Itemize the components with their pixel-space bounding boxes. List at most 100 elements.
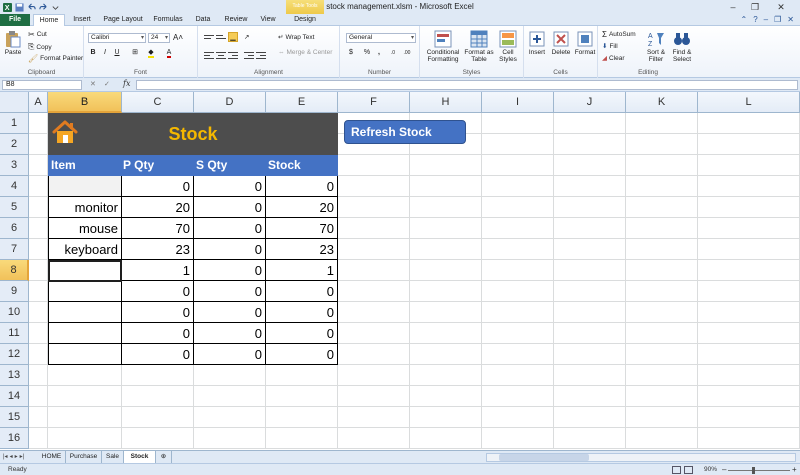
cut-button[interactable]: ✂ Cut bbox=[28, 30, 47, 39]
tab-design[interactable]: Design bbox=[286, 14, 324, 26]
zoom-in-icon[interactable]: + bbox=[792, 465, 797, 474]
normal-view-icon[interactable] bbox=[672, 466, 681, 474]
format-as-table-button[interactable]: Format as Table bbox=[464, 30, 494, 63]
row-header-4[interactable]: 4 bbox=[0, 176, 29, 197]
row-header-2[interactable]: 2 bbox=[0, 134, 29, 155]
cell-styles-button[interactable]: Cell Styles bbox=[496, 30, 520, 63]
table-cell-s-qty[interactable]: 0 bbox=[194, 218, 266, 239]
autosum-button[interactable]: Σ AutoSum bbox=[602, 30, 636, 39]
copy-button[interactable]: ⎘ Copy bbox=[28, 42, 52, 52]
table-cell-s-qty[interactable]: 0 bbox=[194, 197, 266, 218]
table-cell-s-qty[interactable]: 0 bbox=[194, 281, 266, 302]
sheet-tab-stock[interactable]: Stock bbox=[124, 451, 156, 463]
table-cell-s-qty[interactable]: 0 bbox=[194, 176, 266, 197]
conditional-formatting-button[interactable]: Conditional Formatting bbox=[424, 30, 462, 63]
column-header-f[interactable]: F bbox=[338, 92, 410, 113]
formula-input[interactable] bbox=[136, 80, 798, 90]
zoom-level[interactable]: 90% bbox=[704, 466, 717, 473]
table-cell-stock[interactable]: 1 bbox=[266, 260, 338, 281]
table-cell-item[interactable]: monitor bbox=[48, 197, 122, 218]
worksheet-grid[interactable]: ABCDEFHIJKL 1 2 3 4 5 6 7 8 9 10 11 12 13 14 15 16 Stoc… bbox=[0, 92, 800, 450]
align-center-icon[interactable] bbox=[216, 50, 226, 59]
table-cell-item[interactable]: keyboard bbox=[48, 239, 122, 260]
table-cell-stock[interactable]: 0 bbox=[266, 302, 338, 323]
help-icon[interactable]: ? bbox=[753, 15, 757, 24]
format-painter-button[interactable]: 🖌 Format Painter bbox=[28, 54, 83, 63]
table-cell-s-qty[interactable]: 0 bbox=[194, 302, 266, 323]
table-cell-p-qty[interactable]: 70 bbox=[122, 218, 194, 239]
select-all-corner[interactable] bbox=[0, 92, 29, 113]
table-cell-item[interactable]: mouse bbox=[48, 218, 122, 239]
table-cell-p-qty[interactable]: 0 bbox=[122, 344, 194, 365]
sort-filter-button[interactable]: AZ Sort & Filter bbox=[644, 30, 668, 63]
table-cell-s-qty[interactable]: 0 bbox=[194, 323, 266, 344]
column-header-l[interactable]: L bbox=[698, 92, 800, 113]
fill-color-button[interactable]: ◆ bbox=[146, 48, 156, 58]
font-name-select[interactable]: Calibri bbox=[88, 33, 146, 43]
table-cell-p-qty[interactable]: 0 bbox=[122, 176, 194, 197]
row-header-12[interactable]: 12 bbox=[0, 344, 29, 365]
refresh-stock-button[interactable]: Refresh Stock bbox=[344, 120, 466, 144]
decrease-decimal-button[interactable]: .00 bbox=[402, 48, 412, 58]
orientation-button[interactable]: ↗ bbox=[244, 33, 249, 41]
merge-center-button[interactable]: ⇔ Merge & Center bbox=[278, 49, 332, 56]
table-cell-item[interactable] bbox=[48, 323, 122, 344]
zoom-slider-thumb[interactable] bbox=[752, 467, 755, 474]
table-cell-item[interactable] bbox=[48, 344, 122, 365]
table-cell-s-qty[interactable]: 0 bbox=[194, 239, 266, 260]
sheet-tab-home[interactable]: HOME bbox=[38, 451, 66, 463]
row-header-9[interactable]: 9 bbox=[0, 281, 29, 302]
prev-sheet-icon[interactable]: ◂ bbox=[10, 452, 13, 462]
row-header-10[interactable]: 10 bbox=[0, 302, 29, 323]
table-cell-stock[interactable]: 0 bbox=[266, 344, 338, 365]
column-header-e[interactable]: E bbox=[266, 92, 338, 113]
increase-decimal-button[interactable]: .0 bbox=[388, 48, 398, 58]
row-header-13[interactable]: 13 bbox=[0, 365, 29, 386]
row-header-7[interactable]: 7 bbox=[0, 239, 29, 260]
horizontal-scrollbar[interactable] bbox=[486, 453, 796, 462]
row-header-14[interactable]: 14 bbox=[0, 386, 29, 407]
borders-button[interactable]: ⊞ bbox=[130, 48, 140, 58]
table-cell-p-qty[interactable]: 0 bbox=[122, 281, 194, 302]
table-cell-p-qty[interactable]: 23 bbox=[122, 239, 194, 260]
fill-button[interactable]: ⬇ Fill bbox=[602, 42, 618, 51]
row-header-1[interactable]: 1 bbox=[0, 113, 29, 134]
last-sheet-icon[interactable]: ▸| bbox=[20, 452, 25, 462]
bold-button[interactable]: B bbox=[88, 48, 98, 58]
sheet-tab-sale[interactable]: Sale bbox=[102, 451, 124, 463]
table-cell-item[interactable] bbox=[48, 302, 122, 323]
table-cell-p-qty[interactable]: 0 bbox=[122, 302, 194, 323]
workbook-restore-icon[interactable]: ❐ bbox=[774, 15, 781, 24]
table-cell-p-qty[interactable]: 20 bbox=[122, 197, 194, 218]
page-layout-view-icon[interactable] bbox=[684, 466, 693, 474]
table-cell-stock[interactable]: 70 bbox=[266, 218, 338, 239]
horizontal-scroll-thumb[interactable] bbox=[499, 454, 589, 461]
column-header-j[interactable]: J bbox=[554, 92, 626, 113]
name-box[interactable]: B8 bbox=[2, 80, 82, 90]
close-button[interactable]: ✕ bbox=[766, 1, 796, 13]
next-sheet-icon[interactable]: ▸ bbox=[15, 452, 18, 462]
italic-button[interactable]: I bbox=[100, 48, 110, 58]
number-format-select[interactable]: General bbox=[346, 33, 416, 43]
currency-button[interactable]: $ bbox=[346, 48, 356, 58]
column-header-a[interactable]: A bbox=[29, 92, 48, 113]
increase-indent-icon[interactable] bbox=[256, 50, 266, 59]
tab-insert[interactable]: Insert bbox=[68, 14, 96, 26]
insert-function-button[interactable]: fx bbox=[123, 79, 130, 88]
minimize-button[interactable]: – bbox=[722, 1, 744, 13]
tab-view[interactable]: View bbox=[256, 14, 280, 26]
tab-review[interactable]: Review bbox=[220, 14, 252, 26]
align-middle-icon[interactable] bbox=[216, 33, 226, 42]
paste-button[interactable]: Paste bbox=[3, 30, 23, 56]
table-cell-s-qty[interactable]: 0 bbox=[194, 260, 266, 281]
tab-file[interactable]: File bbox=[0, 14, 30, 26]
underline-button[interactable]: U bbox=[112, 48, 122, 58]
align-top-icon[interactable] bbox=[204, 33, 214, 42]
column-header-c[interactable]: C bbox=[122, 92, 194, 113]
format-cells-button[interactable]: Format bbox=[574, 30, 596, 56]
active-cell-indicator[interactable] bbox=[48, 260, 122, 282]
row-header-16[interactable]: 16 bbox=[0, 428, 29, 449]
zoom-out-icon[interactable]: – bbox=[722, 465, 726, 474]
comma-button[interactable]: , bbox=[374, 48, 384, 58]
row-header-11[interactable]: 11 bbox=[0, 323, 29, 344]
